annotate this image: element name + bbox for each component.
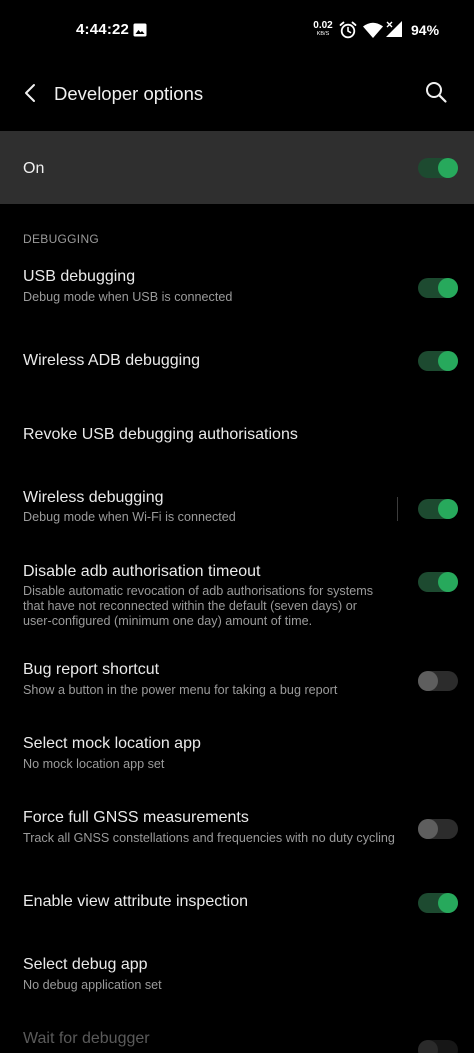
setting-subtitle: Show a button in the power menu for taki… [23, 683, 338, 697]
setting-subtitle-line: Disable automatic revocation of adb auth… [23, 584, 373, 598]
setting-subtitle-line: user-configured (minimum one day) amount… [23, 614, 313, 628]
back-arrow-icon[interactable] [20, 82, 42, 104]
developer-options-master-switch[interactable]: On [0, 131, 474, 204]
setting-force-full-gnss-measurements[interactable]: Force full GNSS measurements Track all G… [0, 798, 474, 864]
image-icon [133, 23, 147, 37]
setting-wireless-adb-debugging[interactable]: Wireless ADB debugging [0, 330, 474, 392]
usb-debugging-toggle[interactable] [418, 278, 458, 298]
toggle-knob [438, 499, 458, 519]
setting-subtitle-line: that have not reconnected within the def… [23, 599, 357, 613]
setting-subtitle: Debug mode when USB is connected [23, 290, 233, 304]
setting-title: Wireless ADB debugging [23, 352, 200, 369]
toggle-knob [418, 819, 438, 839]
setting-revoke-usb-debugging-authorisations[interactable]: Revoke USB debugging authorisations [0, 404, 474, 466]
setting-title: Force full GNSS measurements [23, 809, 249, 826]
toggle-knob [438, 572, 458, 592]
setting-title: Disable adb authorisation timeout [23, 563, 261, 580]
setting-subtitle: Debug mode when Wi-Fi is connected [23, 510, 236, 524]
app-bar: Developer options [0, 60, 474, 130]
setting-select-debug-app[interactable]: Select debug app No debug application se… [0, 946, 474, 1012]
setting-title: USB debugging [23, 268, 136, 285]
master-toggle[interactable] [418, 158, 458, 178]
setting-enable-view-attribute-inspection[interactable]: Enable view attribute inspection [0, 871, 474, 933]
divider [397, 497, 398, 521]
network-speed-unit: KB/S [316, 31, 330, 37]
setting-select-mock-location-app[interactable]: Select mock location app No mock locatio… [0, 724, 474, 790]
toggle-knob [438, 893, 458, 913]
section-header-debugging: DEBUGGING [23, 232, 100, 246]
setting-subtitle: No debug application set [23, 978, 162, 992]
setting-title: Select debug app [23, 956, 148, 973]
status-time: 4:44:22 [76, 21, 130, 38]
network-speed: 0.02 KB/S [312, 21, 334, 38]
setting-title: Select mock location app [23, 735, 201, 752]
toggle-knob [418, 671, 438, 691]
wifi-icon [363, 22, 383, 38]
disable-adb-timeout-toggle[interactable] [418, 572, 458, 592]
setting-title: Enable view attribute inspection [23, 893, 249, 910]
setting-wireless-debugging[interactable]: Wireless debugging Debug mode when Wi-Fi… [0, 478, 474, 544]
setting-subtitle: Track all GNSS constellations and freque… [23, 831, 395, 845]
setting-title: Bug report shortcut [23, 661, 160, 678]
setting-subtitle: No mock location app set [23, 757, 165, 771]
search-icon[interactable] [424, 80, 448, 104]
wait-for-debugger-toggle [418, 1040, 458, 1053]
wireless-debugging-toggle[interactable] [418, 499, 458, 519]
setting-title: Revoke USB debugging authorisations [23, 426, 298, 443]
page-title: Developer options [54, 83, 204, 104]
setting-title: Wireless debugging [23, 489, 164, 506]
alarm-icon [339, 21, 357, 39]
force-gnss-toggle[interactable] [418, 819, 458, 839]
network-speed-value: 0.02 [313, 20, 333, 31]
setting-title: Wait for debugger [23, 1030, 150, 1047]
setting-disable-adb-authorisation-timeout[interactable]: Disable adb authorisation timeout Disabl… [0, 552, 474, 638]
cellular-signal-icon [386, 21, 402, 37]
wireless-adb-debugging-toggle[interactable] [418, 351, 458, 371]
battery-level: 94% [411, 22, 440, 38]
bug-report-shortcut-toggle[interactable] [418, 671, 458, 691]
master-switch-label: On [23, 160, 45, 177]
toggle-knob [438, 278, 458, 298]
view-attribute-inspection-toggle[interactable] [418, 893, 458, 913]
status-bar: 4:44:22 0.02 KB/S 94% [0, 0, 474, 60]
setting-usb-debugging[interactable]: USB debugging Debug mode when USB is con… [0, 258, 474, 324]
setting-bug-report-shortcut[interactable]: Bug report shortcut Show a button in the… [0, 650, 474, 716]
toggle-knob [418, 1040, 438, 1053]
toggle-knob [438, 351, 458, 371]
toggle-knob [438, 158, 458, 178]
setting-wait-for-debugger: Wait for debugger [0, 1020, 474, 1053]
